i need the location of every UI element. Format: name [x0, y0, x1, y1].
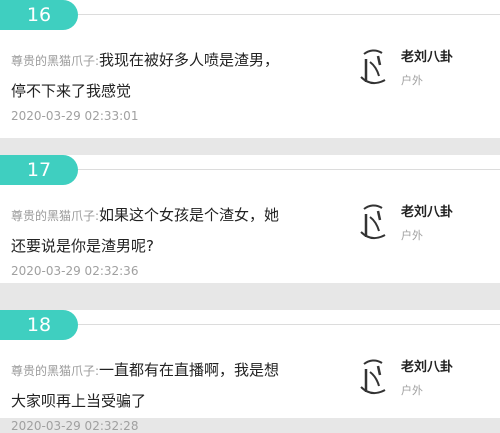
comment-text: 尊贵的黑猫爪子:如果这个女孩是个渣女，她 还要说是你是渣男呢?	[11, 200, 311, 261]
calligraphy-avatar-icon	[360, 359, 386, 395]
comment-line-1: 如果这个女孩是个渣女，她	[99, 206, 280, 224]
comment-author: 尊贵的黑猫爪子:	[11, 54, 100, 68]
user-category: 户外	[401, 229, 423, 242]
comment-line-2: 还要说是你是渣男呢?	[11, 237, 154, 255]
comment-line-1: 一直都有在直播啊，我是想	[99, 361, 280, 379]
user-name: 老刘八卦	[401, 205, 454, 220]
comment-card: 17 尊贵的黑猫爪子:如果这个女孩是个渣女，她 还要说是你是渣男呢? 2020-…	[0, 155, 500, 283]
comment-line-2: 停不下来了我感觉	[11, 82, 132, 100]
comment-number-badge: 17	[0, 155, 78, 185]
calligraphy-avatar-icon	[360, 49, 386, 85]
comment-number-badge: 16	[0, 0, 78, 30]
user-name: 老刘八卦	[401, 360, 454, 375]
comment-timestamp: 2020-03-29 02:32:28	[11, 419, 139, 433]
comment-timestamp: 2020-03-29 02:32:36	[11, 264, 139, 278]
comment-text: 尊贵的黑猫爪子:我现在被好多人喷是渣男， 停不下来了我感觉	[11, 45, 311, 106]
comment-line-2: 大家呗再上当受骗了	[11, 392, 147, 410]
comment-card: 18 尊贵的黑猫爪子:一直都有在直播啊，我是想 大家呗再上当受骗了 2020-0…	[0, 310, 500, 433]
comment-author: 尊贵的黑猫爪子:	[11, 364, 100, 378]
calligraphy-avatar-icon	[360, 204, 386, 240]
user-category: 户外	[401, 74, 423, 87]
comment-timestamp: 2020-03-29 02:33:01	[11, 109, 139, 123]
comment-card: 16 尊贵的黑猫爪子:我现在被好多人喷是渣男， 停不下来了我感觉 2020-03…	[0, 0, 500, 138]
user-name: 老刘八卦	[401, 50, 454, 65]
comment-author: 尊贵的黑猫爪子:	[11, 209, 100, 223]
comment-line-1: 我现在被好多人喷是渣男，	[99, 51, 280, 69]
comment-number-badge: 18	[0, 310, 78, 340]
comment-text: 尊贵的黑猫爪子:一直都有在直播啊，我是想 大家呗再上当受骗了	[11, 355, 311, 416]
user-category: 户外	[401, 384, 423, 397]
